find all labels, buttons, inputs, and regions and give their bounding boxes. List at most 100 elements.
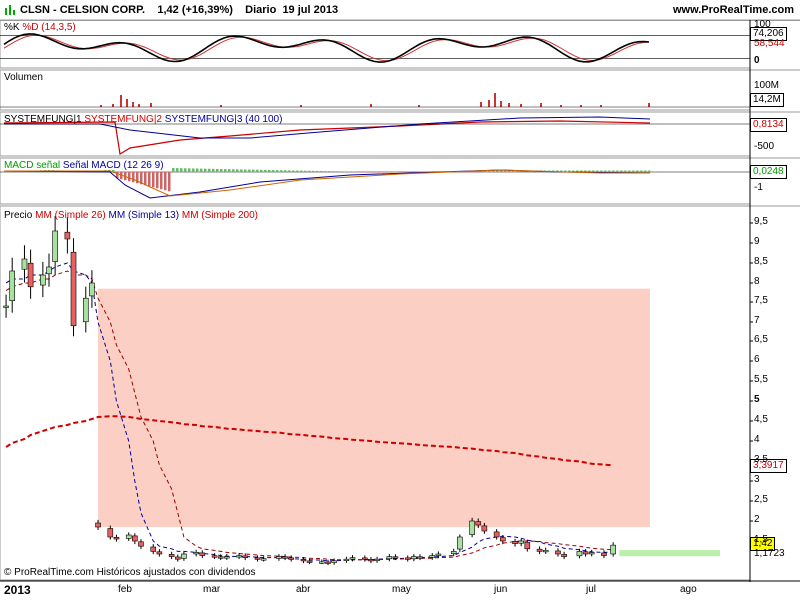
macd-histogram-bar: [372, 172, 375, 173]
macd-histogram-bar: [296, 170, 299, 172]
candle-body: [254, 557, 261, 560]
macd-histogram-bar: [256, 169, 259, 172]
macd-histogram-bar: [472, 172, 475, 173]
volume-axis-100m: 100M: [754, 80, 780, 91]
macd-histogram-bar: [228, 169, 231, 172]
candle-body: [435, 553, 442, 556]
price-tick-label: 8,5: [754, 256, 768, 267]
macd-value: 0,0248: [750, 165, 787, 179]
macd-histogram-bar: [632, 170, 635, 172]
volume-label: Volumen: [4, 72, 43, 83]
macd-histogram-bar: [276, 170, 279, 172]
candle-body: [224, 556, 230, 559]
macd-histogram-bar: [224, 169, 227, 172]
macd-histogram-bar: [328, 171, 331, 172]
macd-histogram-bar: [128, 172, 131, 182]
macd-line: [3, 169, 651, 199]
candle-body: [429, 555, 436, 558]
price-tick-label: 2,5: [754, 494, 768, 505]
volume-value: 14,2M: [750, 93, 784, 107]
macd-histogram-bar: [648, 170, 651, 172]
candle-body: [450, 551, 457, 554]
candle-body: [211, 555, 218, 558]
macd-histogram-bar: [244, 169, 247, 172]
macd-histogram-bar: [156, 172, 159, 189]
macd-histogram-bar: [252, 169, 255, 172]
stoch-d-line: [3, 34, 650, 62]
macd-histogram-bar: [504, 170, 507, 172]
candle-body: [193, 552, 199, 555]
price-tick-label: 6: [754, 354, 760, 365]
macd-histogram-bar: [312, 170, 315, 172]
candle-body: [610, 544, 616, 555]
macd-histogram-bar: [232, 169, 235, 172]
candle-body: [319, 561, 325, 564]
month-label: abr: [296, 584, 311, 595]
macd-histogram-bar: [192, 168, 195, 172]
candle-body: [536, 548, 543, 552]
candle-body: [306, 560, 313, 563]
candle-body: [374, 558, 380, 562]
macd-histogram-bar: [288, 170, 291, 172]
stoch-axis-0: 0: [754, 55, 760, 66]
candle-body: [21, 258, 28, 270]
candle-body: [368, 559, 374, 562]
macd-histogram-bar: [636, 170, 639, 172]
macd-histogram-bar: [172, 168, 175, 172]
candle-body: [9, 270, 15, 301]
macd-histogram-bar: [280, 170, 283, 172]
candle-body: [52, 230, 58, 262]
month-label: feb: [118, 584, 132, 595]
volume-bar: [138, 104, 140, 107]
macd-histogram-bar: [588, 170, 591, 172]
candle-body: [260, 558, 267, 561]
month-label: mar: [203, 584, 221, 595]
candle-body: [392, 556, 399, 559]
candle-body: [27, 262, 34, 288]
candle-body: [417, 556, 423, 559]
stoch-d-value: 58,544: [754, 38, 785, 49]
candle-body: [588, 552, 595, 555]
candle-body: [601, 552, 607, 556]
macd-histogram-bar: [360, 172, 363, 173]
candle-body: [125, 534, 132, 539]
macd-histogram-bar: [292, 170, 295, 172]
volume-bar: [520, 104, 522, 107]
macd-histogram-bar: [168, 172, 171, 192]
candle-body: [150, 546, 157, 552]
macd-histogram-bar: [304, 170, 307, 172]
candle-body: [576, 551, 583, 557]
candle-body: [343, 558, 350, 562]
candle-body: [181, 553, 187, 559]
candle-body: [555, 550, 561, 555]
macd-histogram-bar: [308, 170, 311, 172]
system-axis-neg500: -500: [754, 141, 775, 152]
candle-body: [288, 557, 295, 560]
candle-body: [493, 531, 500, 538]
price-tick-label: 4: [754, 434, 760, 445]
price-tick-label: 5,5: [754, 374, 768, 385]
macd-histogram-bar: [496, 170, 499, 172]
macd-histogram-bar: [596, 170, 599, 172]
stoch-label: %K %D (14,3,5): [4, 22, 76, 33]
macd-histogram-bar: [616, 170, 619, 172]
candle-body: [276, 556, 282, 559]
macd-histogram-bar: [600, 170, 603, 172]
price-tick-label: 7: [754, 315, 760, 326]
macd-histogram-bar: [368, 172, 371, 173]
macd-histogram-bar: [608, 170, 611, 172]
macd-histogram-bar: [144, 172, 147, 186]
candle-body: [113, 536, 120, 540]
ma-value: 1,1723: [754, 548, 785, 559]
volume-bar: [648, 103, 650, 107]
candle-body: [469, 520, 475, 535]
macd-histogram-bar: [320, 171, 323, 172]
volume-bar: [488, 100, 490, 107]
macd-histogram-bar: [240, 169, 243, 172]
price-tick-label: 1,5: [754, 534, 768, 545]
macd-label: MACD señal Señal MACD (12 26 9): [4, 160, 164, 171]
macd-histogram-bar: [212, 168, 215, 172]
volume-bar: [132, 102, 134, 107]
candle-body: [349, 557, 356, 560]
candle-body: [518, 540, 524, 544]
